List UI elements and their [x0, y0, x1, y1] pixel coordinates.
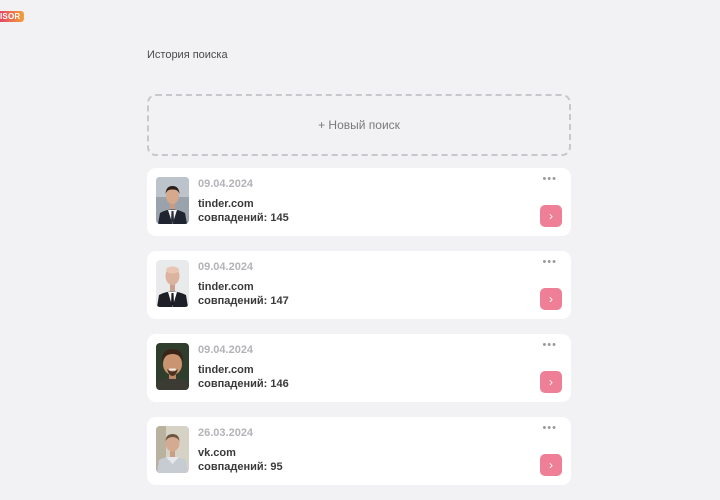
history-card: 26.03.2024 vk.com совпадений: 95 ••• › — [147, 417, 571, 485]
source-site: tinder.com — [198, 281, 254, 293]
chevron-right-icon: › — [549, 375, 553, 389]
page-title: История поиска — [147, 49, 228, 61]
matches-count: совпадений: 146 — [198, 378, 289, 390]
open-result-button[interactable]: › — [540, 288, 562, 310]
history-card: 09.04.2024 tinder.com совпадений: 146 ••… — [147, 334, 571, 402]
search-date: 09.04.2024 — [198, 344, 254, 356]
more-menu-icon[interactable]: ••• — [542, 423, 557, 434]
history-card: 09.04.2024 tinder.com совпадений: 147 ••… — [147, 251, 571, 319]
avatar — [156, 343, 189, 390]
matches-count: совпадений: 145 — [198, 212, 289, 224]
avatar — [156, 426, 189, 473]
open-result-button[interactable]: › — [540, 371, 562, 393]
history-card: 09.04.2024 tinder.com совпадений: 145 ••… — [147, 168, 571, 236]
avatar — [156, 177, 189, 224]
chevron-right-icon: › — [549, 458, 553, 472]
open-result-button[interactable]: › — [540, 454, 562, 476]
chevron-right-icon: › — [549, 209, 553, 223]
source-site: tinder.com — [198, 198, 254, 210]
chevron-right-icon: › — [549, 292, 553, 306]
more-menu-icon[interactable]: ••• — [542, 174, 557, 185]
open-result-button[interactable]: › — [540, 205, 562, 227]
new-search-button[interactable]: + Новый поиск — [147, 94, 571, 156]
more-menu-icon[interactable]: ••• — [542, 257, 557, 268]
source-site: vk.com — [198, 447, 236, 459]
search-date: 09.04.2024 — [198, 261, 254, 273]
source-site: tinder.com — [198, 364, 254, 376]
avatar — [156, 260, 189, 307]
brand-logo: ISOR — [0, 11, 25, 22]
search-date: 26.03.2024 — [198, 427, 254, 439]
matches-count: совпадений: 95 — [198, 461, 283, 473]
more-menu-icon[interactable]: ••• — [542, 340, 557, 351]
matches-count: совпадений: 147 — [198, 295, 289, 307]
search-date: 09.04.2024 — [198, 178, 254, 190]
